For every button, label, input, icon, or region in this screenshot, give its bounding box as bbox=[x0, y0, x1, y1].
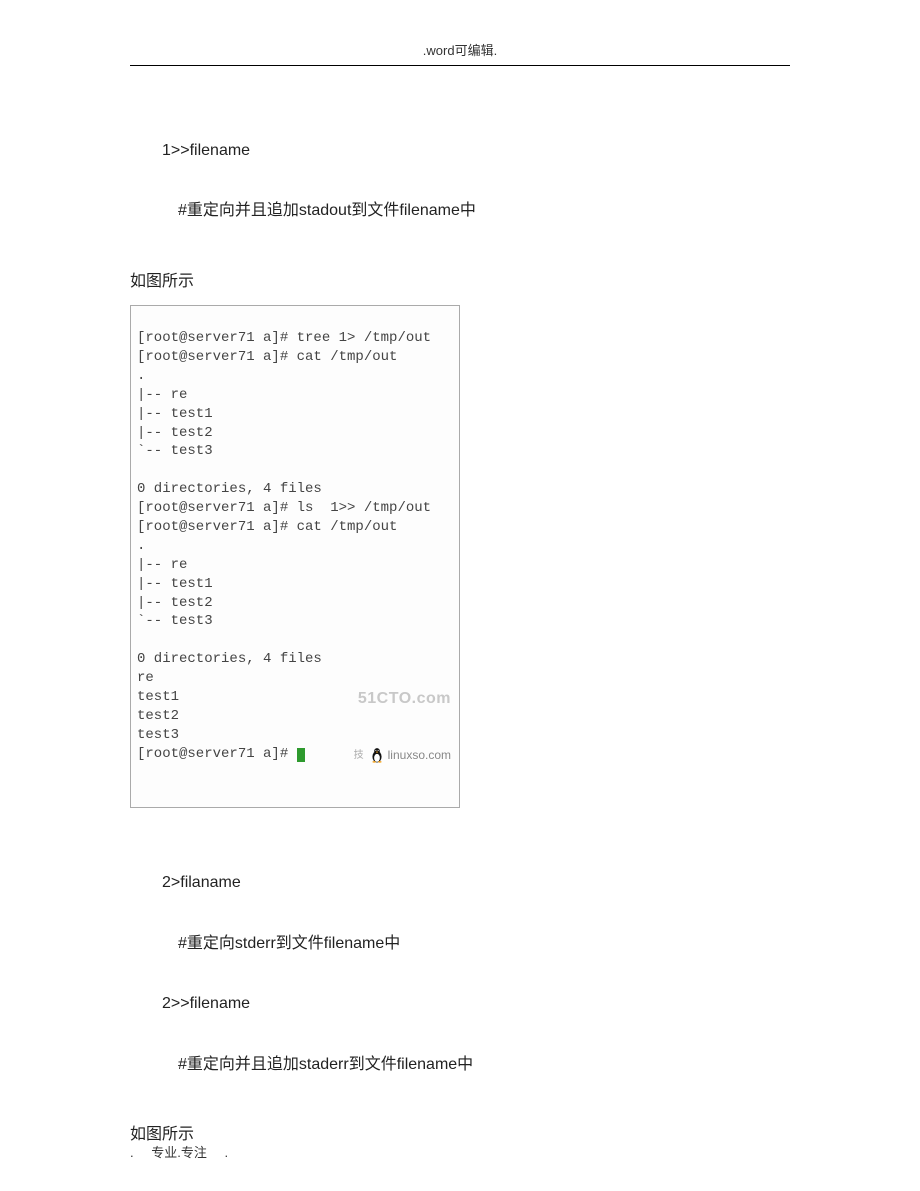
terminal-line: |-- test2 bbox=[137, 595, 213, 611]
terminal-line: |-- re bbox=[137, 387, 187, 403]
page-footer: . 专业.专注 . bbox=[130, 1142, 242, 1161]
terminal-line: . bbox=[137, 538, 145, 554]
footer-text: 专业.专注 bbox=[151, 1145, 207, 1160]
caption-line: 如图所示 bbox=[130, 267, 790, 297]
code-line: 2>filaname bbox=[130, 868, 790, 898]
terminal-line: |-- test2 bbox=[137, 425, 213, 441]
cursor-icon bbox=[297, 748, 305, 762]
comment-line: #重定向并且追加staderr到文件filename中 bbox=[130, 1050, 790, 1080]
comment-line: #重定向并且追加stadout到文件filename中 bbox=[130, 196, 790, 226]
terminal-line: re bbox=[137, 670, 154, 686]
terminal-line: test3 bbox=[137, 727, 179, 743]
terminal-line: |-- test1 bbox=[137, 576, 213, 592]
terminal-line: [root@server71 a]# cat /tmp/out bbox=[137, 349, 397, 365]
watermark-top: 51CTO.com bbox=[354, 688, 451, 710]
terminal-line: [root@server71 a]# cat /tmp/out bbox=[137, 519, 397, 535]
watermark-cn: 技 bbox=[354, 749, 364, 763]
terminal-line: . bbox=[137, 368, 145, 384]
footer-dot: . bbox=[130, 1145, 134, 1160]
footer-dot: . bbox=[225, 1145, 229, 1160]
terminal-line: |-- test1 bbox=[137, 406, 213, 422]
document-body: 1>>filename #重定向并且追加stadout到文件filename中 … bbox=[130, 136, 790, 1150]
comment-line: #重定向stderr到文件filename中 bbox=[130, 929, 790, 959]
terminal-line: [root@server71 a]# tree 1> /tmp/out bbox=[137, 330, 431, 346]
header-rule bbox=[130, 65, 790, 66]
penguin-icon bbox=[370, 747, 384, 763]
terminal-line: `-- test3 bbox=[137, 443, 213, 459]
code-line: 2>>filename bbox=[130, 989, 790, 1019]
header-label: .word可编辑. bbox=[130, 40, 790, 65]
terminal-line: |-- re bbox=[137, 557, 187, 573]
terminal-prompt: [root@server71 a]# bbox=[137, 746, 297, 762]
page-content: .word可编辑. 1>>filename #重定向并且追加stadout到文件… bbox=[0, 0, 920, 1150]
watermark-bottom: 技 linuxso.com bbox=[354, 747, 451, 763]
terminal-line: [root@server71 a]# ls 1>> /tmp/out bbox=[137, 500, 431, 516]
terminal-line: 0 directories, 4 files bbox=[137, 481, 322, 497]
watermark: 51CTO.com 技 linuxso.com bbox=[354, 650, 451, 801]
terminal-line: test2 bbox=[137, 708, 179, 724]
watermark-url: linuxso.com bbox=[388, 747, 451, 763]
terminal-screenshot: [root@server71 a]# tree 1> /tmp/out [roo… bbox=[130, 305, 460, 808]
terminal-line: `-- test3 bbox=[137, 613, 213, 629]
terminal-line: test1 bbox=[137, 689, 179, 705]
terminal-line: 0 directories, 4 files bbox=[137, 651, 322, 667]
code-line: 1>>filename bbox=[130, 136, 790, 166]
